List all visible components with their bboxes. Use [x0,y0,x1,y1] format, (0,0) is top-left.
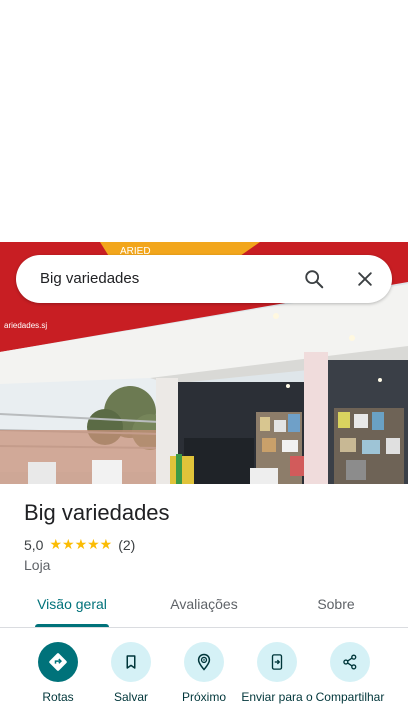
tab-reviews[interactable]: Avaliações [152,584,256,627]
svg-text:ariedades.sj: ariedades.sj [4,321,47,330]
search-input[interactable]: Big variedades [40,255,139,303]
share-button[interactable]: Compartilhar [310,642,390,704]
directions-button[interactable]: Rotas [18,642,98,704]
search-icon[interactable] [302,267,326,291]
active-tab-indicator [35,624,109,627]
nearby-icon [184,642,224,682]
tab-about[interactable]: Sobre [284,584,388,627]
share-label: Compartilhar [315,690,385,704]
star-rating-icon: ★★★★★ [49,536,113,552]
close-icon[interactable] [353,267,377,291]
directions-label: Rotas [42,690,74,704]
nearby-label: Próximo [181,690,226,704]
share-icon [330,642,370,682]
save-label: Salvar [113,690,148,704]
directions-icon [38,642,78,682]
send-to-phone-icon [257,642,297,682]
tab-overview[interactable]: Visão geral [20,584,124,627]
search-bar[interactable]: Big variedades [16,255,392,303]
save-button[interactable]: Salvar [91,642,171,704]
rating-row[interactable]: 5,0 ★★★★★ (2) [24,536,135,553]
rating-value: 5,0 [24,536,44,553]
nearby-button[interactable]: Próximo [164,642,244,704]
place-category: Loja [24,557,51,573]
review-count: (2) [118,536,136,553]
bookmark-icon [111,642,151,682]
send-to-phone-button[interactable]: Enviar para o [237,642,317,704]
send-to-phone-label: Enviar para o [241,690,313,704]
place-title: Big variedades [24,500,170,525]
tab-bar: Visão geral Avaliações Sobre [0,584,408,628]
